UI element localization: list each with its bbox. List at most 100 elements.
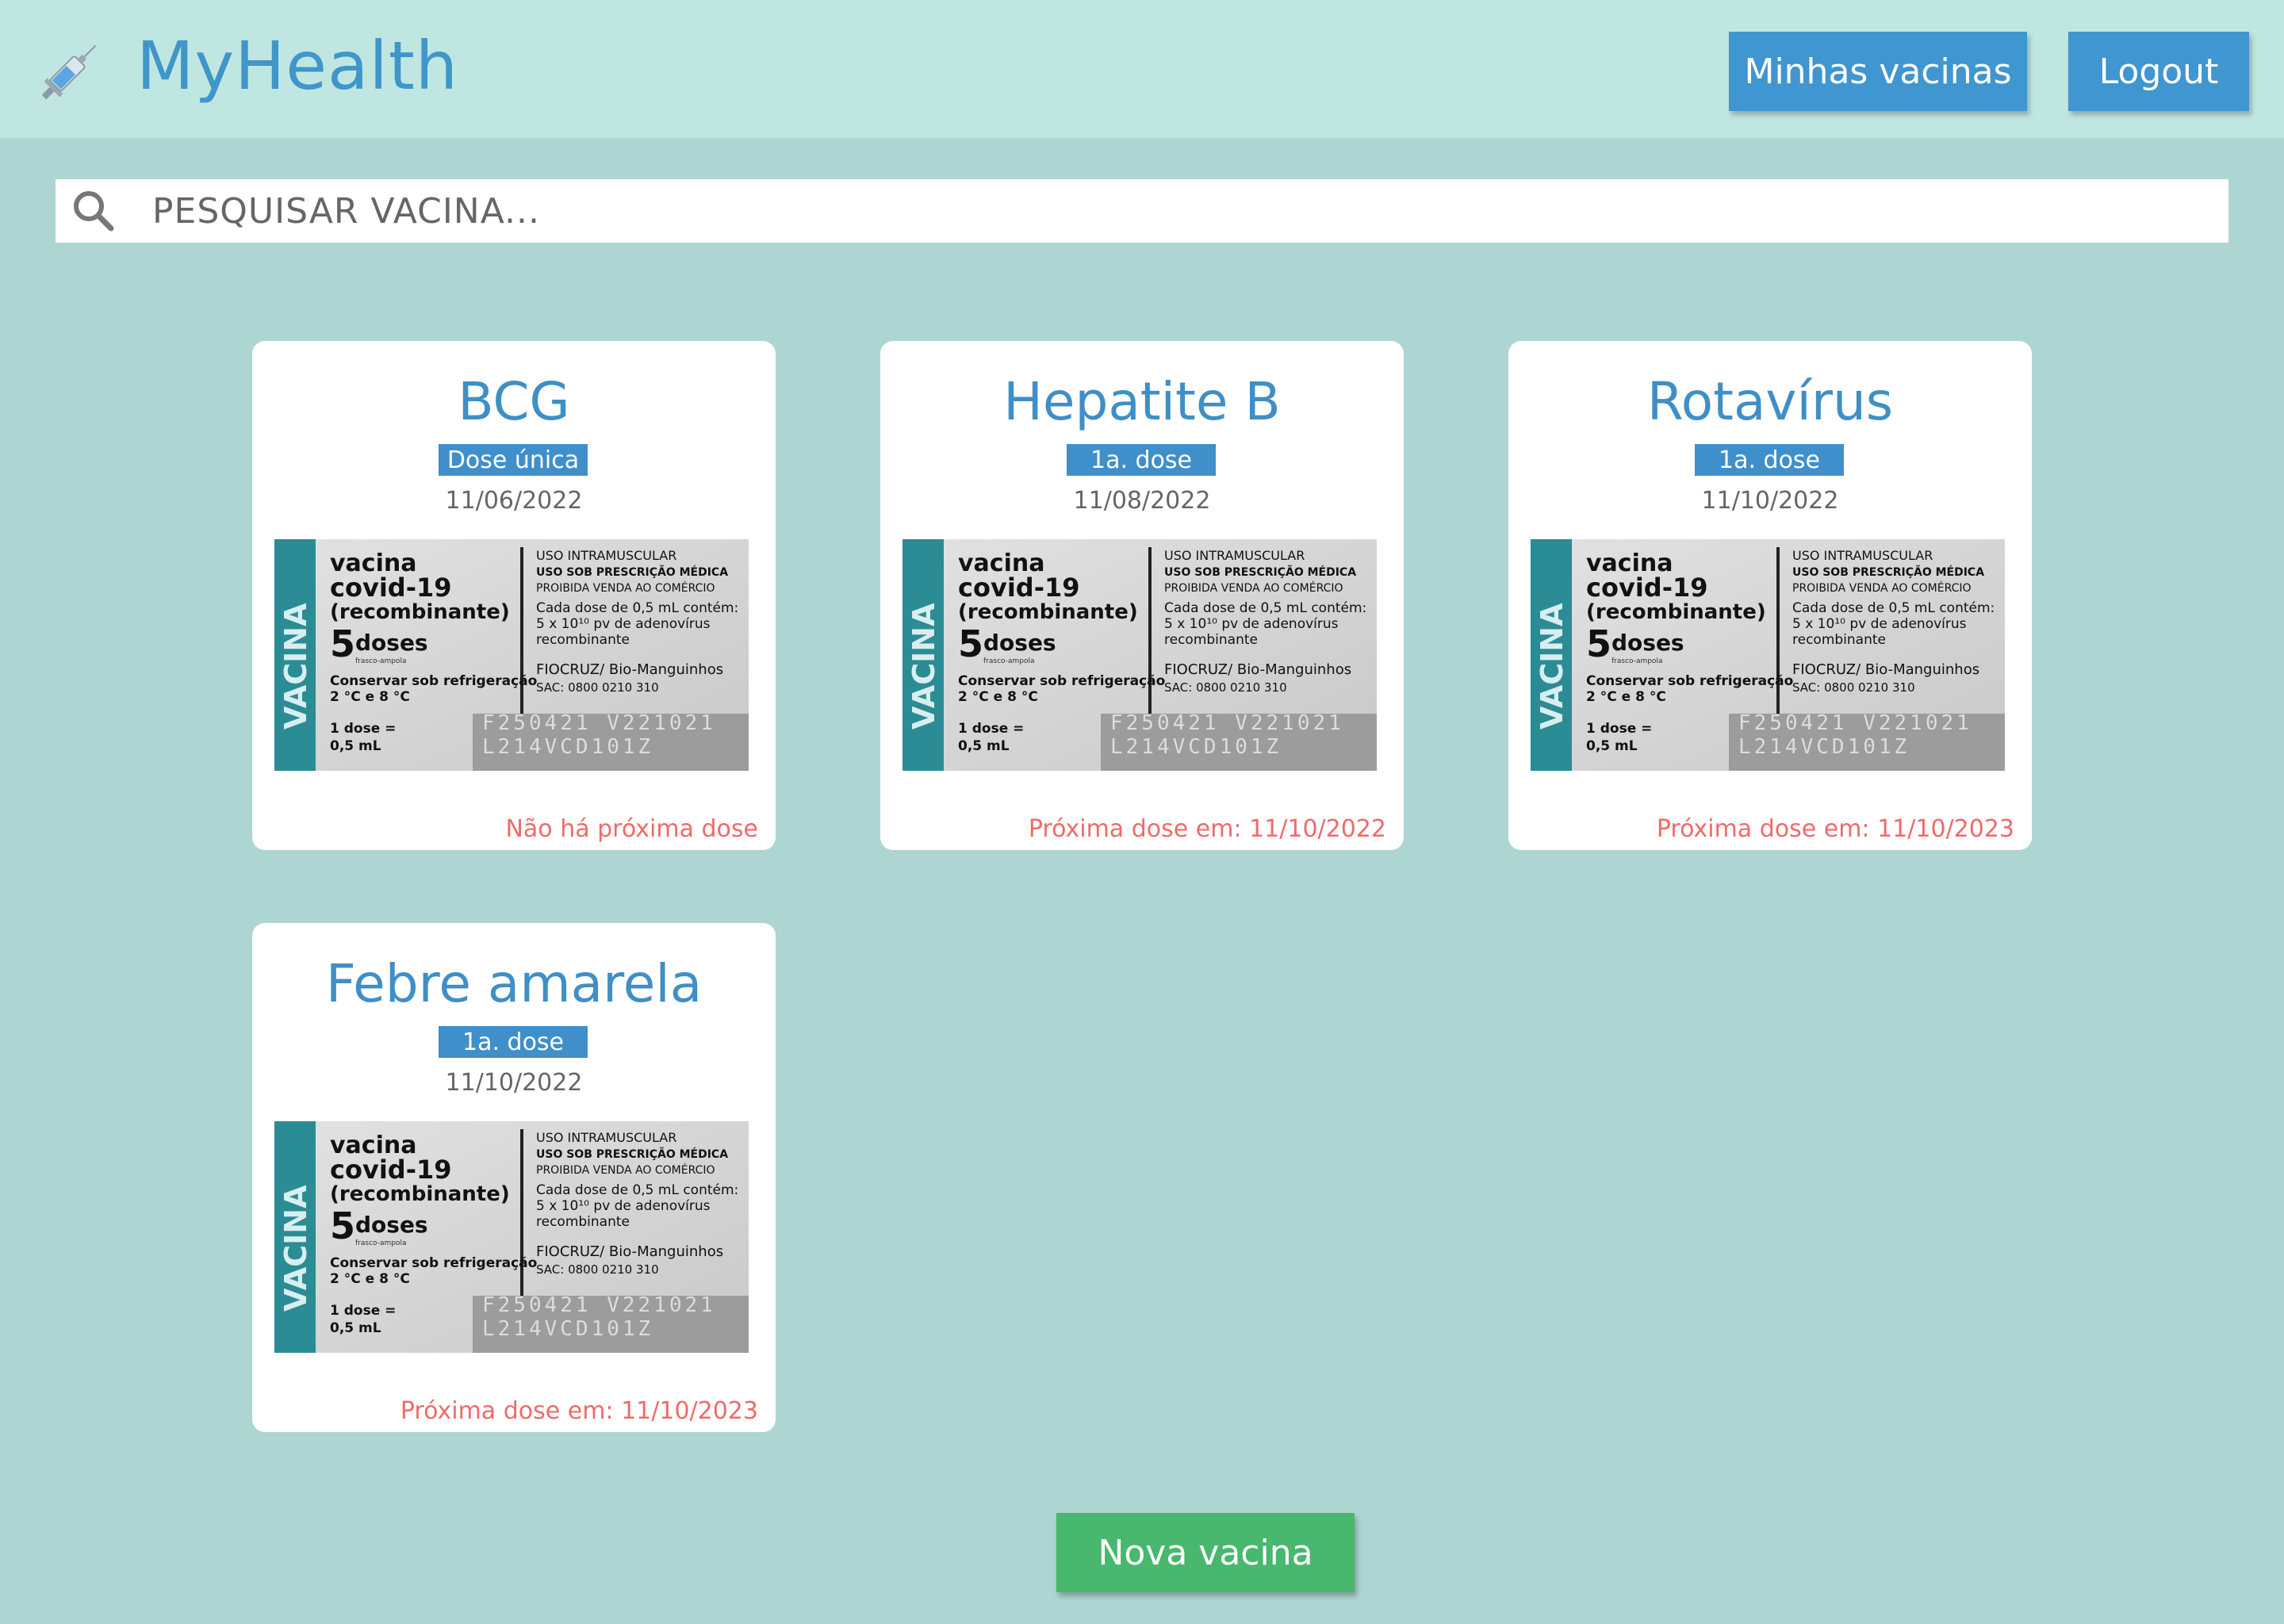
svg-text:USO INTRAMUSCULAR USO SO: USO INTRAMUSCULAR USO SOB PRESCRIÇÃO MÉD… bbox=[1792, 548, 1998, 695]
label-r10: L214VCD101Z bbox=[482, 1317, 653, 1341]
search-bar bbox=[56, 179, 2228, 243]
label-l6: 2 °C e 8 °C bbox=[330, 689, 410, 705]
label-l3: (recombinante) bbox=[958, 600, 1138, 624]
label-l6: 2 °C e 8 °C bbox=[330, 1271, 410, 1287]
dose-badge: 1a. dose bbox=[1067, 444, 1216, 476]
label-l2: covid-19 bbox=[958, 573, 1080, 603]
vaccine-card[interactable]: Hepatite B 1a. dose 11/08/2022 VACINA va… bbox=[880, 341, 1404, 850]
vaccine-label-image: VACINA vacina covid-19 (recombinante) 5 … bbox=[274, 1121, 749, 1353]
next-dose-text: Próxima dose em: 11/10/2023 bbox=[400, 1397, 758, 1425]
label-r7: FIOCRUZ/ Bio-Manguinhos bbox=[536, 1243, 723, 1260]
label-l5: Conservar sob refrigeração bbox=[958, 673, 1165, 689]
label-l4-num: 5 bbox=[1586, 622, 1611, 665]
label-r6: recombinante bbox=[536, 632, 630, 648]
next-dose-text: Próxima dose em: 11/10/2023 bbox=[1656, 815, 2014, 843]
next-dose-text: Não há próxima dose bbox=[505, 815, 758, 843]
vaccine-label-image: VACINA vacina covid-19 (recombinante) 5 … bbox=[274, 539, 749, 771]
label-l8: 0,5 mL bbox=[1586, 738, 1638, 754]
label-l5: Conservar sob refrigeração bbox=[330, 673, 537, 689]
label-r5: 5 x 10¹⁰ pv de adenovírus bbox=[536, 1198, 711, 1214]
label-r6: recombinante bbox=[536, 1214, 630, 1230]
label-l7: 1 dose = bbox=[958, 721, 1024, 737]
label-r5: 5 x 10¹⁰ pv de adenovírus bbox=[536, 616, 711, 632]
label-r8: SAC: 0800 0210 310 bbox=[1164, 680, 1287, 695]
label-side-text: VACINA bbox=[278, 603, 313, 730]
label-l3: (recombinante) bbox=[330, 1182, 510, 1206]
syringe-icon bbox=[41, 44, 97, 100]
vaccine-date: 11/10/2022 bbox=[1701, 487, 1839, 515]
label-l7: 1 dose = bbox=[330, 721, 396, 737]
label-l7: 1 dose = bbox=[330, 1303, 396, 1319]
label-r3: PROIBIDA VENDA AO COMÉRCIO bbox=[536, 1163, 715, 1177]
label-r3: PROIBIDA VENDA AO COMÉRCIO bbox=[1164, 581, 1343, 595]
logout-button[interactable]: Logout bbox=[2068, 32, 2249, 111]
label-r4: Cada dose de 0,5 mL contém: bbox=[536, 1182, 738, 1198]
svg-text:USO INTRAMUSCULAR USO SO: USO INTRAMUSCULAR USO SOB PRESCRIÇÃO MÉD… bbox=[1164, 548, 1370, 695]
svg-text:USO INTRAMUSCULAR USO SO: USO INTRAMUSCULAR USO SOB PRESCRIÇÃO MÉD… bbox=[536, 1130, 742, 1277]
label-l4b: frasco-ampola bbox=[1611, 657, 1662, 665]
label-l4b: frasco-ampola bbox=[983, 657, 1034, 665]
label-r10: L214VCD101Z bbox=[482, 735, 653, 759]
label-r10: L214VCD101Z bbox=[1110, 735, 1282, 759]
label-l2: covid-19 bbox=[1586, 573, 1708, 603]
vaccine-date: 11/06/2022 bbox=[445, 487, 583, 515]
vaccine-name: BCG bbox=[458, 371, 570, 432]
label-side-text: VACINA bbox=[1535, 603, 1569, 730]
vaccine-card[interactable]: Febre amarela 1a. dose 11/10/2022 VACINA… bbox=[252, 923, 776, 1432]
app-header: MyHealth Minhas vacinas Logout bbox=[0, 0, 2284, 138]
label-r1: USO INTRAMUSCULAR bbox=[1792, 548, 1933, 563]
vaccine-date: 11/08/2022 bbox=[1073, 487, 1211, 515]
label-l4-num: 5 bbox=[330, 622, 355, 665]
label-r9: F250421 V221021 bbox=[482, 1293, 716, 1317]
label-side-text: VACINA bbox=[278, 1185, 313, 1312]
label-r7: FIOCRUZ/ Bio-Manguinhos bbox=[1164, 661, 1351, 678]
label-l3: (recombinante) bbox=[1586, 600, 1766, 624]
label-l5: Conservar sob refrigeração bbox=[330, 1255, 537, 1271]
label-r2: USO SOB PRESCRIÇÃO MÉDICA bbox=[1164, 565, 1356, 579]
label-l8: 0,5 mL bbox=[958, 738, 1010, 754]
vaccine-name: Rotavírus bbox=[1646, 371, 1894, 432]
vaccine-card[interactable]: Rotavírus 1a. dose 11/10/2022 VACINA vac… bbox=[1508, 341, 2032, 850]
label-l4b: frasco-ampola bbox=[355, 1239, 406, 1247]
my-vaccines-button[interactable]: Minhas vacinas bbox=[1729, 32, 2027, 111]
label-l6: 2 °C e 8 °C bbox=[958, 689, 1038, 705]
label-r2: USO SOB PRESCRIÇÃO MÉDICA bbox=[536, 565, 728, 579]
svg-text:USO INTRAMUSCULAR USO SO: USO INTRAMUSCULAR USO SOB PRESCRIÇÃO MÉD… bbox=[536, 548, 742, 695]
dose-badge: Dose única bbox=[439, 444, 588, 476]
label-r1: USO INTRAMUSCULAR bbox=[536, 1130, 676, 1145]
label-r8: SAC: 0800 0210 310 bbox=[536, 1262, 659, 1277]
label-r10: L214VCD101Z bbox=[1738, 735, 1910, 759]
label-r8: SAC: 0800 0210 310 bbox=[536, 680, 659, 695]
label-r9: F250421 V221021 bbox=[482, 711, 716, 735]
label-r8: SAC: 0800 0210 310 bbox=[1792, 680, 1915, 695]
new-vaccine-button[interactable]: Nova vacina bbox=[1056, 1513, 1355, 1592]
label-l4: doses bbox=[1611, 630, 1684, 656]
label-r3: PROIBIDA VENDA AO COMÉRCIO bbox=[536, 581, 715, 595]
label-r5: 5 x 10¹⁰ pv de adenovírus bbox=[1792, 616, 1967, 632]
label-r6: recombinante bbox=[1792, 632, 1886, 648]
dose-badge: 1a. dose bbox=[1695, 444, 1844, 476]
label-r5: 5 x 10¹⁰ pv de adenovírus bbox=[1164, 616, 1339, 632]
label-l5: Conservar sob refrigeração bbox=[1586, 673, 1793, 689]
vaccine-label-image: VACINA vacina covid-19 (recombinante) 5 … bbox=[1531, 539, 2005, 771]
label-l8: 0,5 mL bbox=[330, 738, 381, 754]
vaccine-card[interactable]: BCG Dose única 11/06/2022 VACINA vacina … bbox=[252, 341, 776, 850]
label-r9: F250421 V221021 bbox=[1738, 711, 1972, 735]
next-dose-text: Próxima dose em: 11/10/2022 bbox=[1028, 815, 1386, 843]
label-l4: doses bbox=[355, 1212, 428, 1238]
label-r1: USO INTRAMUSCULAR bbox=[536, 548, 676, 563]
label-l4: doses bbox=[355, 630, 428, 656]
label-l4-num: 5 bbox=[958, 622, 983, 665]
search-input[interactable] bbox=[152, 183, 2135, 239]
label-r4: Cada dose de 0,5 mL contém: bbox=[1164, 600, 1366, 616]
label-r4: Cada dose de 0,5 mL contém: bbox=[536, 600, 738, 616]
label-r7: FIOCRUZ/ Bio-Manguinhos bbox=[536, 661, 723, 678]
vaccine-name: Hepatite B bbox=[1003, 371, 1281, 432]
label-l4-num: 5 bbox=[330, 1205, 355, 1247]
dose-badge: 1a. dose bbox=[439, 1026, 588, 1058]
vaccine-date: 11/10/2022 bbox=[445, 1069, 583, 1097]
label-l4: doses bbox=[983, 630, 1056, 656]
label-side-text: VACINA bbox=[906, 603, 941, 730]
label-l6: 2 °C e 8 °C bbox=[1586, 689, 1666, 705]
label-r1: USO INTRAMUSCULAR bbox=[1164, 548, 1305, 563]
